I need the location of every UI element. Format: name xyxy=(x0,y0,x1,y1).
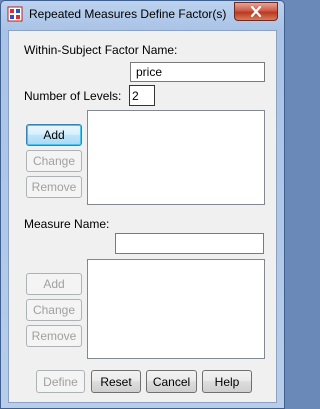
number-of-levels-input[interactable] xyxy=(129,85,155,106)
factor-remove-button[interactable]: Remove xyxy=(26,176,82,198)
define-button[interactable]: Define xyxy=(36,370,85,393)
measure-remove-button[interactable]: Remove xyxy=(26,325,82,347)
factor-name-input[interactable] xyxy=(130,62,265,82)
factor-name-label: Within-Subject Factor Name: xyxy=(24,43,178,57)
measure-name-input[interactable] xyxy=(115,233,264,254)
factor-list[interactable] xyxy=(87,110,265,205)
measure-name-label: Measure Name: xyxy=(24,217,110,231)
dialog-window: Repeated Measures Define Factor(s) Withi… xyxy=(0,0,285,409)
help-button[interactable]: Help xyxy=(202,370,252,393)
reset-button[interactable]: Reset xyxy=(91,370,141,393)
factor-add-button[interactable]: Add xyxy=(26,124,82,146)
cancel-button[interactable]: Cancel xyxy=(146,370,197,393)
number-of-levels-label: Number of Levels: xyxy=(24,89,122,103)
close-icon xyxy=(250,6,262,17)
dialog-body: Within-Subject Factor Name: Number of Le… xyxy=(8,30,277,403)
close-button[interactable] xyxy=(234,2,278,21)
measure-list[interactable] xyxy=(87,259,265,359)
title-bar[interactable]: Repeated Measures Define Factor(s) xyxy=(1,1,284,27)
spss-app-icon xyxy=(7,6,23,22)
window-title: Repeated Measures Define Factor(s) xyxy=(29,7,227,21)
measure-add-button[interactable]: Add xyxy=(26,273,82,295)
factor-change-button[interactable]: Change xyxy=(26,150,82,172)
measure-change-button[interactable]: Change xyxy=(26,299,82,321)
